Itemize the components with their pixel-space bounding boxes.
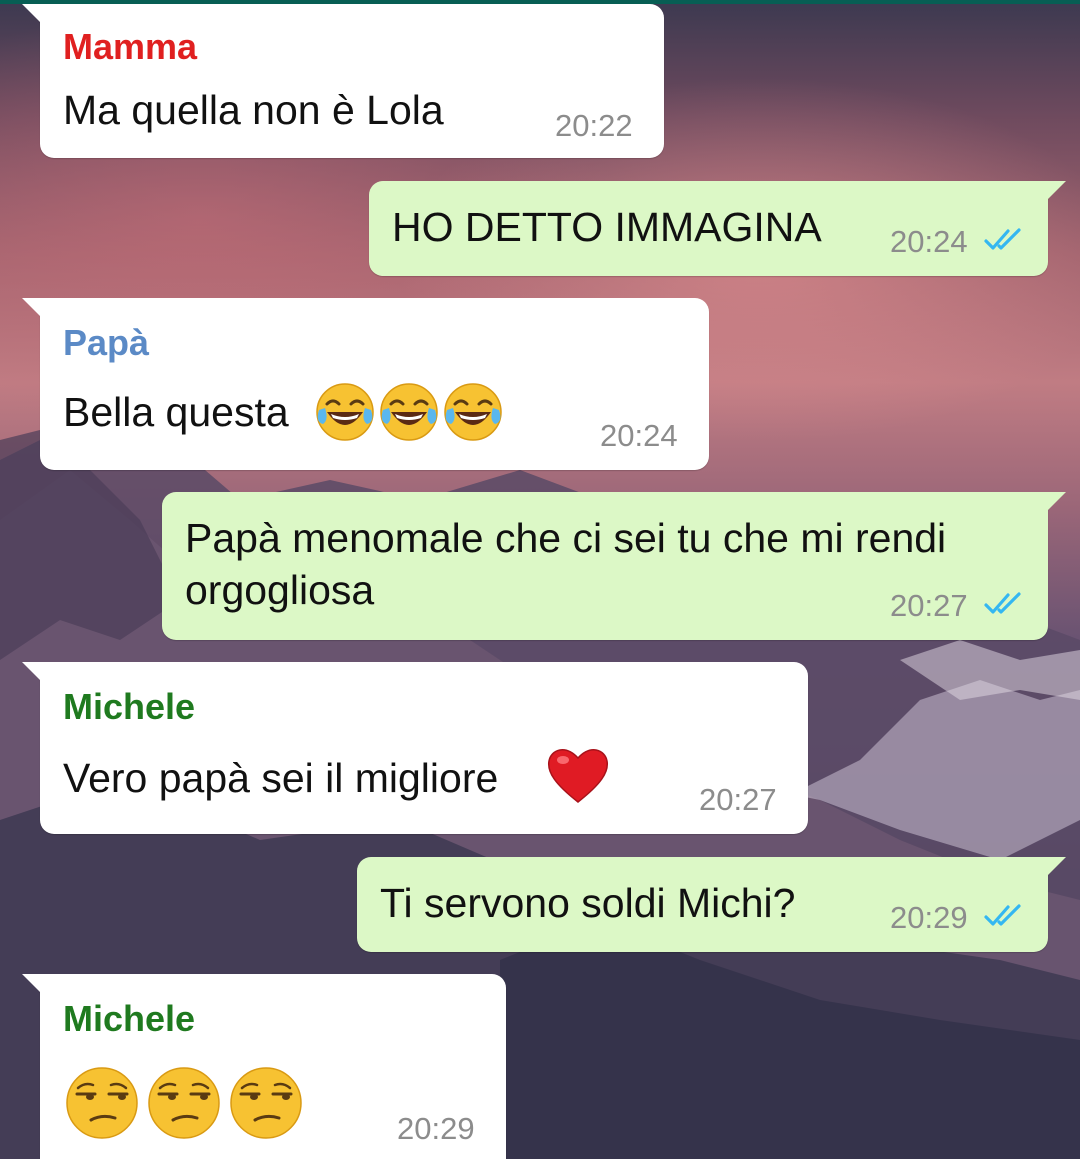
message-time: 20:29 [397,1111,475,1146]
message-bubble-outgoing[interactable]: HO DETTO IMMAGINA 20:24 [369,181,1066,276]
sender-name: Michele [63,998,196,1039]
message-text: HO DETTO IMMAGINA [392,204,822,250]
sender-name: Mamma [63,26,198,67]
sender-name: Michele [63,686,196,727]
bubble-tail [22,662,44,684]
message-bubble-incoming[interactable]: Michele Vero papà sei il migliore 20:27 [22,662,808,834]
message-time: 20:27 [699,782,777,817]
read-double-tick-icon [984,592,1021,614]
message-time: 20:22 [555,108,633,143]
message-text-content: Vero papà sei il migliore [63,755,499,801]
message-time: 20:24 [600,418,678,453]
face-with-tears-of-joy-icon [444,383,502,441]
message-time: 20:29 [890,900,968,935]
message-bubble-outgoing[interactable]: Papà menomale che ci sei tu che mi rendi… [162,492,1066,640]
unamused-face-icon [66,1067,138,1139]
read-double-tick-icon [984,228,1021,250]
bubble-tail [1044,181,1066,203]
unamused-face-icon [148,1067,220,1139]
message-bubble-incoming[interactable]: Michele 20:29 [22,974,506,1159]
sender-name: Papà [63,322,150,363]
bubble-tail [1044,857,1066,879]
message-text: Bella questa [63,383,502,441]
bubble-tail [22,298,44,320]
emoji-group [313,380,505,444]
message-time: 20:24 [890,224,968,259]
unamused-face-icon [230,1067,302,1139]
bubble-tail [1044,492,1066,514]
message-text: Ma quella non è Lola [63,87,444,133]
message-time: 20:27 [890,588,968,623]
message-text: Vero papà sei il migliore [63,749,609,804]
read-double-tick-icon [984,904,1021,926]
bubble-tail [22,974,44,996]
message-text: Ti servono soldi Michi? [380,880,796,926]
message-bubble-incoming[interactable]: Mamma Ma quella non è Lola 20:22 [22,4,664,158]
emoji-group [63,1064,305,1142]
message-text-line-1: Papà menomale che ci sei tu che mi rendi [185,515,947,561]
message-bubble-outgoing[interactable]: Ti servono soldi Michi? 20:29 [357,857,1066,952]
red-heart-icon [547,749,609,803]
message-text-content: Bella questa [63,389,289,435]
message-text-line-2: orgogliosa [185,567,375,613]
face-with-tears-of-joy-icon [316,383,374,441]
bubble-tail [22,4,44,26]
message-bubble-incoming[interactable]: Papà Bella questa 20:24 [22,298,709,470]
face-with-tears-of-joy-icon [380,383,438,441]
